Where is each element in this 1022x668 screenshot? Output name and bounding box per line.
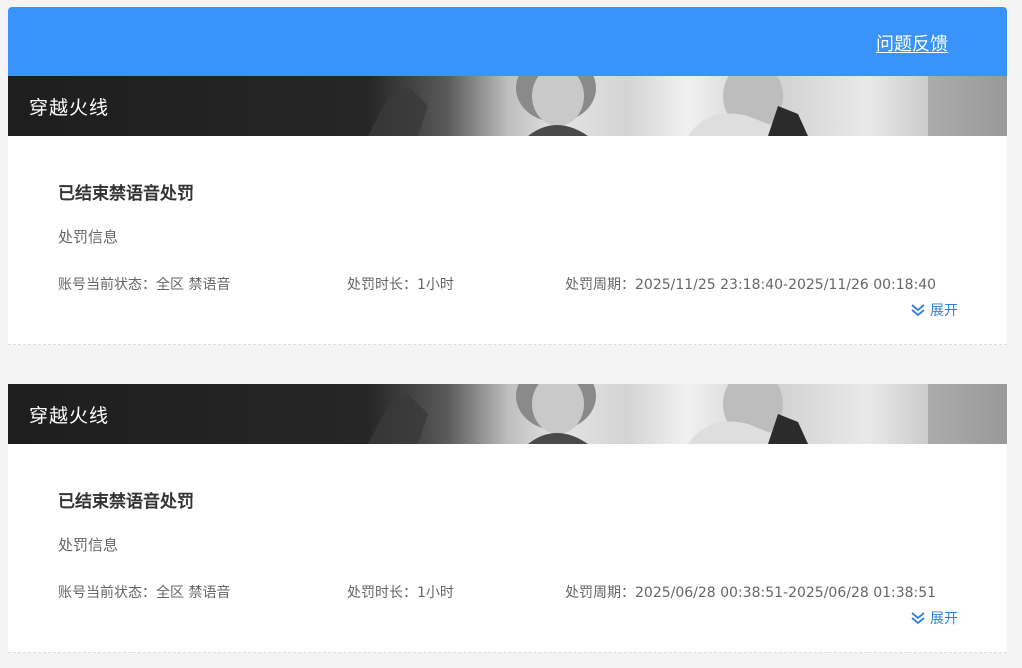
game-banner: 穿越火线 — [8, 384, 1007, 444]
punishment-status-title: 已结束禁语音处罚 — [58, 492, 194, 512]
game-title: 穿越火线 — [29, 97, 110, 119]
expand-button[interactable]: 展开 — [910, 300, 958, 320]
account-status-text: 账号当前状态：全区 禁语音 — [58, 585, 231, 601]
punishment-duration-text: 处罚时长：1小时 — [347, 585, 454, 601]
banner-artwork — [368, 76, 1007, 136]
game-banner: 穿越火线 — [8, 76, 1007, 136]
feedback-link[interactable]: 问题反馈 — [876, 30, 948, 56]
expand-button[interactable]: 展开 — [910, 608, 958, 628]
game-title: 穿越火线 — [29, 405, 110, 427]
punishment-record-card: 穿越火线 已结束禁语音处罚 处罚信息 账号当前状态：全区 禁语音 处罚时长：1小… — [8, 384, 1007, 653]
punishment-info-label: 处罚信息 — [58, 536, 119, 554]
double-chevron-down-icon — [910, 303, 926, 317]
banner-artwork — [368, 384, 1007, 444]
top-header-bar: 问题反馈 — [8, 7, 1007, 76]
punishment-period-text: 处罚周期：2025/06/28 00:38:51-2025/06/28 01:3… — [565, 585, 937, 601]
punishment-status-title: 已结束禁语音处罚 — [58, 184, 194, 204]
expand-label: 展开 — [930, 611, 958, 627]
account-status-text: 账号当前状态：全区 禁语音 — [58, 277, 231, 293]
punishment-duration-text: 处罚时长：1小时 — [347, 277, 454, 293]
punishment-period-text: 处罚周期：2025/11/25 23:18:40-2025/11/26 00:1… — [565, 277, 937, 293]
double-chevron-down-icon — [910, 611, 926, 625]
record-content: 已结束禁语音处罚 处罚信息 账号当前状态：全区 禁语音 处罚时长：1小时 处罚周… — [8, 444, 1007, 653]
punishment-info-label: 处罚信息 — [58, 228, 119, 246]
record-content: 已结束禁语音处罚 处罚信息 账号当前状态：全区 禁语音 处罚时长：1小时 处罚周… — [8, 136, 1007, 345]
expand-label: 展开 — [930, 303, 958, 319]
page: 问题反馈 穿越火线 已结束禁语音处罚 处罚信息 账号当前状态：全区 禁语音 处罚… — [0, 0, 1022, 668]
punishment-record-card: 穿越火线 已结束禁语音处罚 处罚信息 账号当前状态：全区 禁语音 处罚时长：1小… — [8, 76, 1007, 345]
